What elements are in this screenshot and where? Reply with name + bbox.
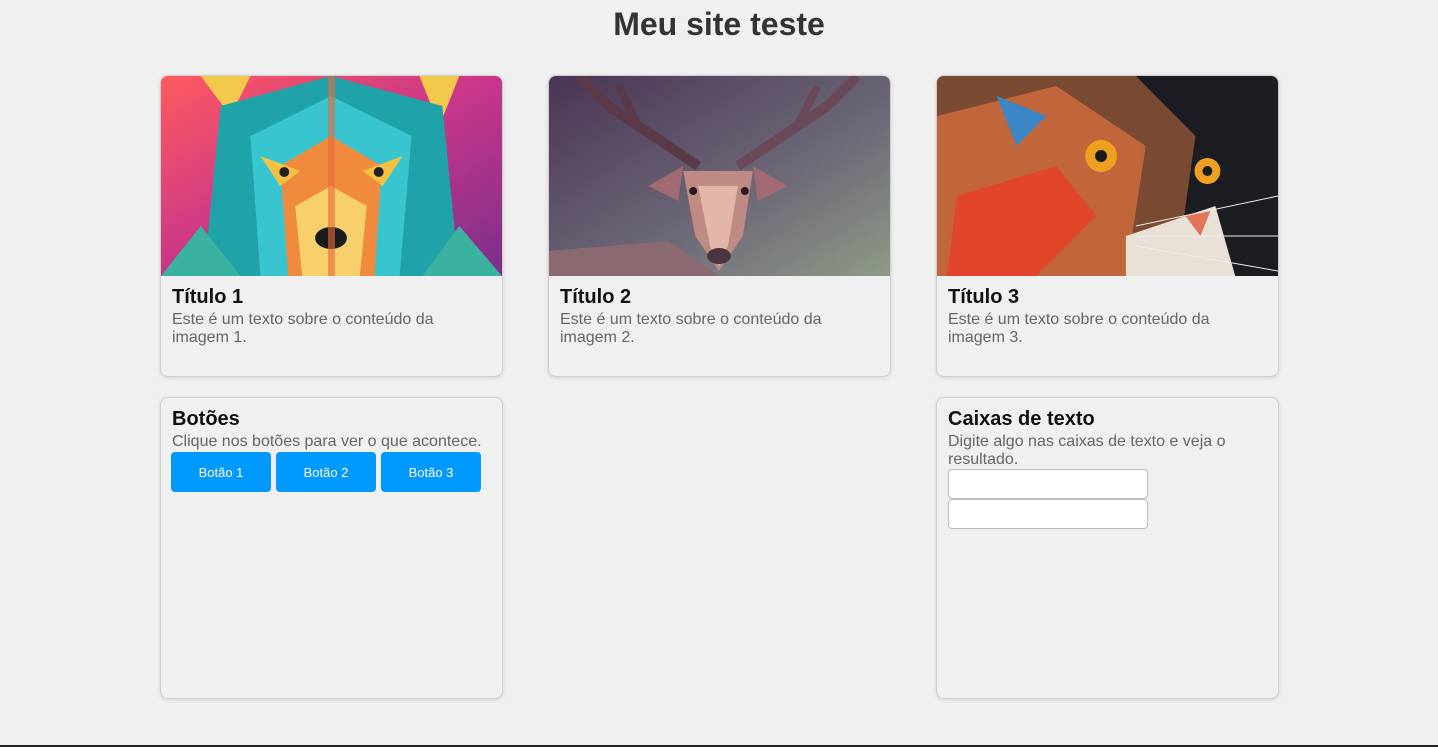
card-title: Título 2 [560,286,632,308]
button-1[interactable]: Botão 1 [171,452,271,492]
textbox-panel-text: Digite algo nas caixas de texto e veja o… [948,433,1226,468]
card-1: Título 1 Este é um texto sobre o conteúd… [160,75,503,377]
cat-image [937,76,1278,276]
buttons-panel-text: Clique nos botões para ver o que acontec… [172,433,482,450]
card-title: Título 1 [172,286,244,308]
button-3[interactable]: Botão 3 [381,452,481,492]
textbox-panel: Caixas de texto Digite algo nas caixas d… [936,397,1279,699]
card-2: Título 2 Este é um texto sobre o conteúd… [548,75,891,377]
buttons-panel-title: Botões [172,408,240,430]
card-title: Título 3 [948,286,1020,308]
text-input-1[interactable] [948,469,1148,499]
wolf-image [161,76,502,276]
card-text: Este é um texto sobre o conteúdo da imag… [560,311,822,346]
button-row: Botão 1 Botão 2 Botão 3 [171,452,491,492]
buttons-panel: Botões Clique nos botões para ver o que … [160,397,503,699]
card-text: Este é um texto sobre o conteúdo da imag… [172,311,434,346]
deer-image [549,76,890,276]
text-input-2[interactable] [948,499,1148,529]
card-text: Este é um texto sobre o conteúdo da imag… [948,311,1210,346]
page-title: Meu site teste [613,6,825,42]
card-3: Título 3 Este é um texto sobre o conteúd… [936,75,1279,377]
textbox-panel-title: Caixas de texto [948,408,1095,430]
button-2[interactable]: Botão 2 [276,452,376,492]
